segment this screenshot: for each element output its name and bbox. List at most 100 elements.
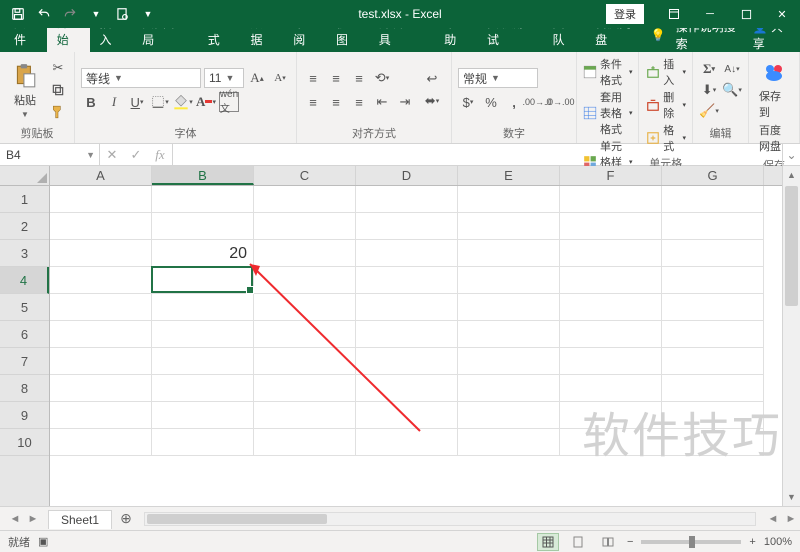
cell-G10[interactable] <box>662 429 764 456</box>
view-pagebreak-icon[interactable] <box>597 533 619 551</box>
hscroll-left-icon[interactable]: ◄ <box>764 513 782 525</box>
phonetic-icon[interactable]: wén文 <box>219 92 239 112</box>
row-header-9[interactable]: 9 <box>0 402 49 429</box>
cell-C8[interactable] <box>254 375 356 402</box>
cell-G6[interactable] <box>662 321 764 348</box>
cell-E9[interactable] <box>458 402 560 429</box>
cell-B3[interactable]: 20 <box>152 240 254 267</box>
close-icon[interactable]: ✕ <box>764 0 800 28</box>
ribbon-options-icon[interactable] <box>656 0 692 28</box>
indent-inc-icon[interactable]: ⇥ <box>395 92 415 112</box>
cell-C9[interactable] <box>254 402 356 429</box>
cell-E5[interactable] <box>458 294 560 321</box>
view-normal-icon[interactable] <box>537 533 559 551</box>
cell-F7[interactable] <box>560 348 662 375</box>
comma-icon[interactable]: , <box>504 92 524 112</box>
redo-icon[interactable] <box>58 2 82 26</box>
sheet-tab[interactable]: Sheet1 <box>48 510 112 529</box>
qat-dropdown-icon[interactable]: ▼ <box>136 2 160 26</box>
cell-G9[interactable] <box>662 402 764 429</box>
scroll-down-icon[interactable]: ▼ <box>783 488 800 506</box>
cell-C4[interactable] <box>254 267 356 294</box>
percent-icon[interactable]: % <box>481 92 501 112</box>
cell-A1[interactable] <box>50 186 152 213</box>
cell-B2[interactable] <box>152 213 254 240</box>
format-as-table-button[interactable]: 套用表格格式▾ <box>583 89 632 137</box>
cut-icon[interactable]: ✂ <box>48 58 68 78</box>
align-bottom-icon[interactable]: ≡ <box>349 68 369 88</box>
zoom-in-icon[interactable]: + <box>749 536 755 548</box>
font-size-combo[interactable]: 11▼ <box>204 68 244 88</box>
cell-G1[interactable] <box>662 186 764 213</box>
align-left-icon[interactable]: ≡ <box>303 92 323 112</box>
cell-B7[interactable] <box>152 348 254 375</box>
cell-A10[interactable] <box>50 429 152 456</box>
cell-F8[interactable] <box>560 375 662 402</box>
cell-G4[interactable] <box>662 267 764 294</box>
cell-D5[interactable] <box>356 294 458 321</box>
decrease-font-icon[interactable]: A▾ <box>270 68 290 88</box>
enter-formula-icon[interactable]: ✓ <box>124 145 148 165</box>
scroll-up-icon[interactable]: ▲ <box>783 166 800 184</box>
row-header-7[interactable]: 7 <box>0 348 49 375</box>
row-header-5[interactable]: 5 <box>0 294 49 321</box>
cell-A3[interactable] <box>50 240 152 267</box>
cell-A2[interactable] <box>50 213 152 240</box>
cell-E3[interactable] <box>458 240 560 267</box>
indent-dec-icon[interactable]: ⇤ <box>372 92 392 112</box>
font-color-icon[interactable]: A▾ <box>196 92 216 112</box>
orientation-icon[interactable]: ⟲▾ <box>372 68 392 88</box>
login-button[interactable]: 登录 <box>606 4 644 24</box>
cell-B10[interactable] <box>152 429 254 456</box>
cell-A7[interactable] <box>50 348 152 375</box>
print-preview-icon[interactable] <box>110 2 134 26</box>
cell-D10[interactable] <box>356 429 458 456</box>
scroll-thumb[interactable] <box>785 186 798 306</box>
minimize-icon[interactable]: ─ <box>692 0 728 28</box>
cancel-formula-icon[interactable]: ✕ <box>100 145 124 165</box>
cell-B6[interactable] <box>152 321 254 348</box>
cell-G7[interactable] <box>662 348 764 375</box>
font-name-combo[interactable]: 等线▼ <box>81 68 201 88</box>
cell-F10[interactable] <box>560 429 662 456</box>
cell-F3[interactable] <box>560 240 662 267</box>
cell-A9[interactable] <box>50 402 152 429</box>
clear-icon[interactable]: 🧹▾ <box>699 101 719 121</box>
cell-B5[interactable] <box>152 294 254 321</box>
sheet-nav-next-icon[interactable]: ► <box>24 513 42 525</box>
cell-A4[interactable] <box>50 267 152 294</box>
underline-icon[interactable]: U▾ <box>127 92 147 112</box>
cell-C7[interactable] <box>254 348 356 375</box>
select-all-corner[interactable] <box>0 166 50 186</box>
baidu-save-button[interactable]: 保存到 百度网盘 <box>755 56 793 156</box>
cell-F5[interactable] <box>560 294 662 321</box>
insert-cells-button[interactable]: 插入▾ <box>645 56 686 88</box>
cell-B4[interactable] <box>152 267 254 294</box>
cell-B1[interactable] <box>152 186 254 213</box>
bold-icon[interactable]: B <box>81 92 101 112</box>
cell-C6[interactable] <box>254 321 356 348</box>
cell-F6[interactable] <box>560 321 662 348</box>
row-header-6[interactable]: 6 <box>0 321 49 348</box>
cell-G8[interactable] <box>662 375 764 402</box>
cell-G5[interactable] <box>662 294 764 321</box>
formula-input[interactable] <box>173 144 782 165</box>
zoom-out-icon[interactable]: − <box>627 536 633 548</box>
horizontal-scrollbar[interactable] <box>144 512 756 526</box>
cell-E4[interactable] <box>458 267 560 294</box>
cell-E10[interactable] <box>458 429 560 456</box>
sort-icon[interactable]: A↓▾ <box>722 59 742 79</box>
view-layout-icon[interactable] <box>567 533 589 551</box>
maximize-icon[interactable] <box>728 0 764 28</box>
col-header-F[interactable]: F <box>560 166 662 185</box>
vertical-scrollbar[interactable]: ▲ ▼ <box>782 166 800 506</box>
border-icon[interactable]: ▾ <box>150 92 170 112</box>
wrap-text-icon[interactable]: ↩ <box>419 69 445 89</box>
cell-D2[interactable] <box>356 213 458 240</box>
currency-icon[interactable]: $▾ <box>458 92 478 112</box>
cell-F4[interactable] <box>560 267 662 294</box>
expand-formula-icon[interactable]: ⌄ <box>782 144 800 165</box>
row-header-1[interactable]: 1 <box>0 186 49 213</box>
align-top-icon[interactable]: ≡ <box>303 68 323 88</box>
paste-button[interactable]: 粘贴 ▼ <box>6 56 44 124</box>
